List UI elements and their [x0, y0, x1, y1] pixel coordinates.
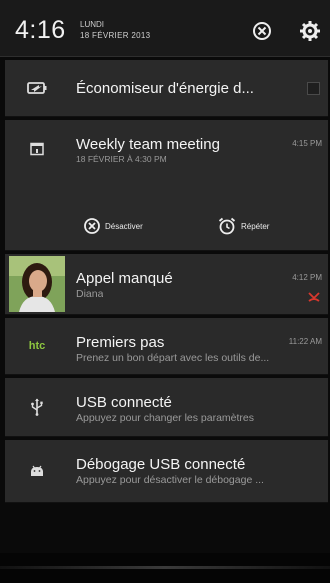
gear-icon	[300, 21, 320, 41]
notification-title: Débogage USB connecté	[76, 456, 246, 473]
notification-time: 4:15 PM	[292, 139, 322, 148]
notification-power-saver[interactable]: Économiseur d'énergie d...	[5, 60, 328, 117]
battery-saver-icon	[5, 60, 69, 116]
dismiss-button[interactable]: Désactiver	[83, 214, 143, 238]
snooze-button[interactable]: Répéter	[217, 214, 269, 238]
day-label: LUNDI	[80, 20, 105, 29]
android-debug-icon	[5, 440, 69, 502]
settings-button[interactable]	[299, 20, 321, 42]
date-label: 18 FÉVRIER 2013	[80, 31, 151, 40]
notification-title: Économiseur d'énergie d...	[76, 80, 254, 97]
alarm-clock-icon	[218, 217, 236, 235]
notification-title: Appel manqué	[76, 270, 173, 287]
date-display: LUNDI 18 FÉVRIER 2013	[80, 20, 150, 41]
notification-time: 4:12 PM	[292, 273, 322, 282]
snooze-label: Répéter	[241, 221, 270, 231]
clear-all-icon	[253, 22, 271, 40]
notification-time: 11:22 AM	[288, 337, 322, 346]
notification-usb-debugging[interactable]: Débogage USB connecté Appuyez pour désac…	[5, 440, 328, 503]
missed-call-icon	[308, 292, 320, 302]
notification-actions: Désactiver Répéter	[75, 214, 325, 240]
power-saver-checkbox[interactable]	[307, 82, 320, 95]
notification-subtitle: Diana	[76, 288, 104, 300]
notification-subtitle: Prenez un bon départ avec les outils de.…	[76, 352, 270, 364]
notification-subtitle: Appuyez pour désactiver le débogage ...	[76, 474, 264, 486]
notification-getting-started[interactable]: htc Premiers pas Prenez un bon départ av…	[5, 318, 328, 375]
dismiss-label: Désactiver	[105, 221, 143, 231]
notification-subtitle: 18 FÉVRIER À 4:30 PM	[76, 154, 167, 164]
notification-title: Weekly team meeting	[76, 136, 220, 153]
clock: 4:16	[15, 16, 66, 44]
notification-title: Premiers pas	[76, 334, 165, 351]
calendar-icon	[5, 120, 69, 178]
notification-missed-call[interactable]: Appel manqué Diana 4:12 PM	[5, 254, 328, 315]
notification-usb-connected[interactable]: USB connecté Appuyez pour changer les pa…	[5, 378, 328, 437]
drawer-handle[interactable]	[0, 566, 330, 569]
htc-logo-icon: htc	[28, 340, 46, 352]
clear-all-button[interactable]	[251, 20, 273, 42]
notification-subtitle: Appuyez pour changer les paramètres	[76, 412, 255, 424]
usb-icon	[5, 378, 69, 436]
notification-title: USB connecté	[76, 394, 172, 411]
dismiss-icon	[84, 218, 100, 234]
contact-photo	[9, 256, 65, 312]
status-header: 4:16 LUNDI 18 FÉVRIER 2013	[0, 0, 330, 57]
notification-calendar-event[interactable]: Weekly team meeting 18 FÉVRIER À 4:30 PM…	[5, 120, 328, 251]
